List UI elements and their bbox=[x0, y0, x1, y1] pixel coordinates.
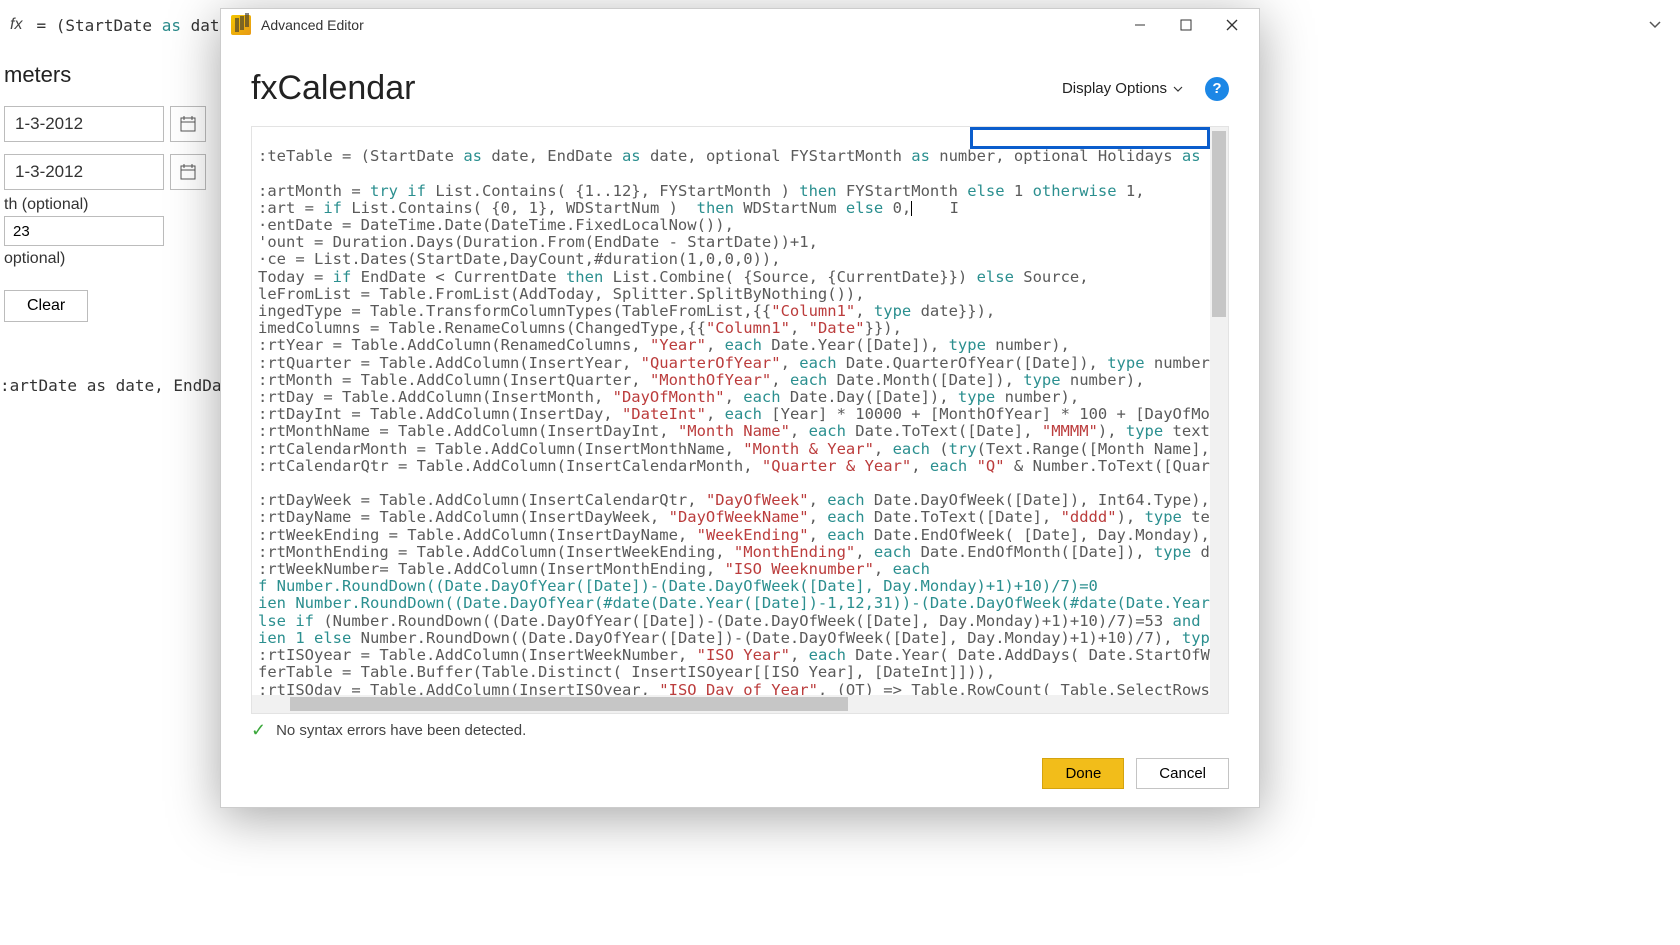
status-text: No syntax errors have been detected. bbox=[276, 722, 526, 739]
check-icon: ✓ bbox=[251, 720, 266, 741]
calendar-icon bbox=[180, 164, 196, 180]
chevron-down-icon bbox=[1648, 18, 1662, 32]
minimize-button[interactable] bbox=[1117, 9, 1163, 41]
background-panel: fx = (StartDate as date, En meters th (o… bbox=[0, 0, 220, 945]
optional-label-2: optional) bbox=[4, 250, 216, 268]
minimize-icon bbox=[1134, 19, 1146, 31]
clear-button[interactable]: Clear bbox=[4, 290, 88, 322]
formula-bar: fx = (StartDate as date, En bbox=[0, 8, 220, 42]
modal-header: fxCalendar Display Options ? bbox=[221, 41, 1259, 114]
help-button[interactable]: ? bbox=[1205, 77, 1229, 101]
maximize-icon bbox=[1180, 19, 1192, 31]
modal-title: fxCalendar bbox=[251, 69, 1062, 108]
advanced-editor-modal: Advanced Editor fxCalendar Display Optio… bbox=[220, 8, 1260, 808]
optional-label-1: th (optional) bbox=[4, 196, 216, 214]
close-icon bbox=[1226, 19, 1238, 31]
modal-footer: Done Cancel bbox=[221, 744, 1259, 807]
vertical-scroll-thumb[interactable] bbox=[1212, 131, 1226, 317]
powerbi-logo-icon bbox=[231, 15, 251, 35]
display-options-dropdown[interactable]: Display Options bbox=[1062, 80, 1183, 97]
start-date-input[interactable] bbox=[4, 106, 164, 142]
text-cursor bbox=[911, 201, 912, 216]
calendar-icon bbox=[180, 116, 196, 132]
syntax-status: ✓ No syntax errors have been detected. bbox=[221, 714, 1259, 741]
fx-label: fx bbox=[10, 16, 22, 34]
highlight-annotation bbox=[970, 127, 1210, 149]
end-date-input[interactable] bbox=[4, 154, 164, 190]
horizontal-scrollbar[interactable] bbox=[252, 695, 1210, 713]
vertical-scrollbar[interactable] bbox=[1210, 127, 1228, 713]
start-date-picker-button[interactable] bbox=[170, 106, 206, 142]
chevron-down-icon bbox=[1173, 84, 1183, 94]
end-date-picker-button[interactable] bbox=[170, 154, 206, 190]
close-button[interactable] bbox=[1209, 9, 1255, 41]
cancel-button[interactable]: Cancel bbox=[1136, 758, 1229, 789]
code-editor[interactable]: :teTable = (StartDate as date, EndDate a… bbox=[251, 126, 1229, 714]
modal-titlebar: Advanced Editor bbox=[221, 9, 1259, 41]
panel-title: meters bbox=[4, 62, 216, 88]
formula-bar-expand[interactable] bbox=[1640, 10, 1670, 40]
done-button[interactable]: Done bbox=[1042, 758, 1124, 789]
optional-input-1[interactable] bbox=[4, 216, 164, 246]
display-options-label: Display Options bbox=[1062, 80, 1167, 97]
titlebar-text: Advanced Editor bbox=[261, 17, 1117, 33]
maximize-button[interactable] bbox=[1163, 9, 1209, 41]
horizontal-scroll-thumb[interactable] bbox=[290, 697, 848, 711]
